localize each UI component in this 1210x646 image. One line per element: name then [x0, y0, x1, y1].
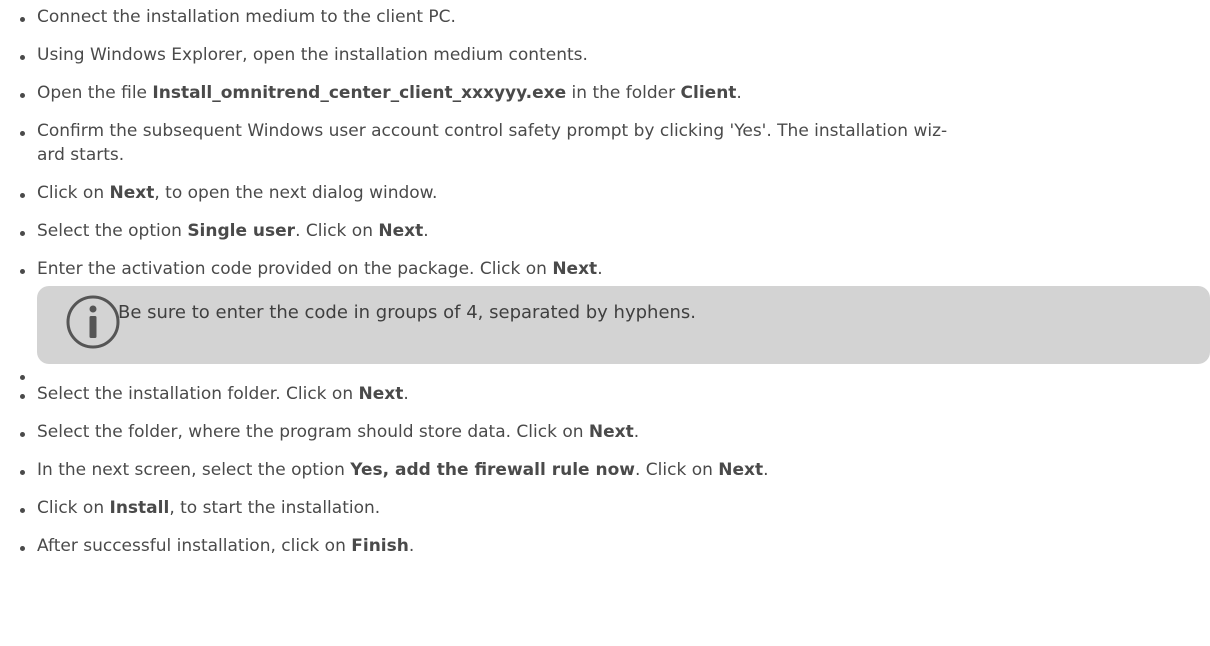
- emphasized-term: Client: [680, 83, 737, 103]
- step-text: , to start the installation.: [169, 498, 381, 518]
- step-text: Using Windows Explorer, open the install…: [37, 45, 588, 65]
- list-item: Click on Next, to open the next dialog w…: [0, 181, 1210, 205]
- step-text: .: [633, 422, 640, 442]
- list-item: Open the file Install_omnitrend_center_c…: [0, 81, 1210, 105]
- step-text: . Click on: [295, 221, 379, 241]
- list-item: Confirm the subsequent Windows user acco…: [0, 119, 1210, 167]
- list-item: Enter the activation code provided on th…: [0, 257, 1210, 281]
- step-text: .: [403, 384, 409, 404]
- emphasized-term: Install: [109, 498, 170, 518]
- emphasized-term: Install_omnitrend_center_client_xxxyyy.e…: [152, 83, 567, 103]
- emphasized-term: Yes, add the firewall rule now: [350, 460, 635, 480]
- note-box: Be sure to enter the code in groups of 4…: [37, 286, 1210, 364]
- step-text: Confirm the subsequent Windows user acco…: [37, 121, 948, 165]
- emphasized-term: Next: [358, 384, 404, 404]
- emphasized-term: Finish: [351, 536, 409, 556]
- step-text: Open the file: [37, 83, 153, 103]
- emphasized-term: Next: [588, 422, 634, 442]
- step-text: In the next screen, select the option: [37, 460, 351, 480]
- step-text: Connect the installation medium to the c…: [37, 7, 456, 27]
- list-item: After successful installation, click on …: [0, 534, 1210, 558]
- note-text: Be sure to enter the code in groups of 4…: [118, 302, 697, 323]
- step-text: .: [736, 83, 742, 103]
- list-item: Select the folder, where the program sho…: [0, 420, 1210, 444]
- step-text: .: [423, 221, 429, 241]
- list-item: Click on Install, to start the installat…: [0, 496, 1210, 520]
- list-item: Select the installation folder. Click on…: [0, 382, 1210, 406]
- list-item: Select the option Single user. Click on …: [0, 219, 1210, 243]
- emphasized-term: Next: [109, 183, 155, 203]
- step-text: in the folder: [566, 83, 681, 103]
- step-text: Select the folder, where the program sho…: [37, 422, 589, 442]
- step-text: Enter the activation code provided on th…: [37, 259, 553, 279]
- list-item: Connect the installation medium to the c…: [0, 5, 1210, 29]
- step-text: Select the option: [37, 221, 188, 241]
- emphasized-term: Single user: [187, 221, 296, 241]
- step-text: Click on: [37, 183, 110, 203]
- list-item: Using Windows Explorer, open the install…: [0, 43, 1210, 67]
- step-text: Click on: [37, 498, 110, 518]
- list-item-note: Be sure to enter the code in groups of 4…: [0, 286, 1210, 380]
- step-text: , to open the next dialog window.: [154, 183, 438, 203]
- emphasized-term: Next: [552, 259, 598, 279]
- document-page: Connect the installation medium to the c…: [0, 0, 1210, 646]
- step-text: . Click on: [634, 460, 719, 480]
- step-text: .: [408, 536, 415, 556]
- emphasized-term: Next: [378, 221, 424, 241]
- step-text: After successful installation, click on: [37, 536, 352, 556]
- info-icon: [66, 295, 120, 349]
- step-text: Select the installation folder. Click on: [37, 384, 359, 404]
- list-item: In the next screen, select the option Ye…: [0, 458, 1210, 482]
- step-text: .: [763, 460, 769, 480]
- step-text: .: [597, 259, 603, 279]
- emphasized-term: Next: [718, 460, 764, 480]
